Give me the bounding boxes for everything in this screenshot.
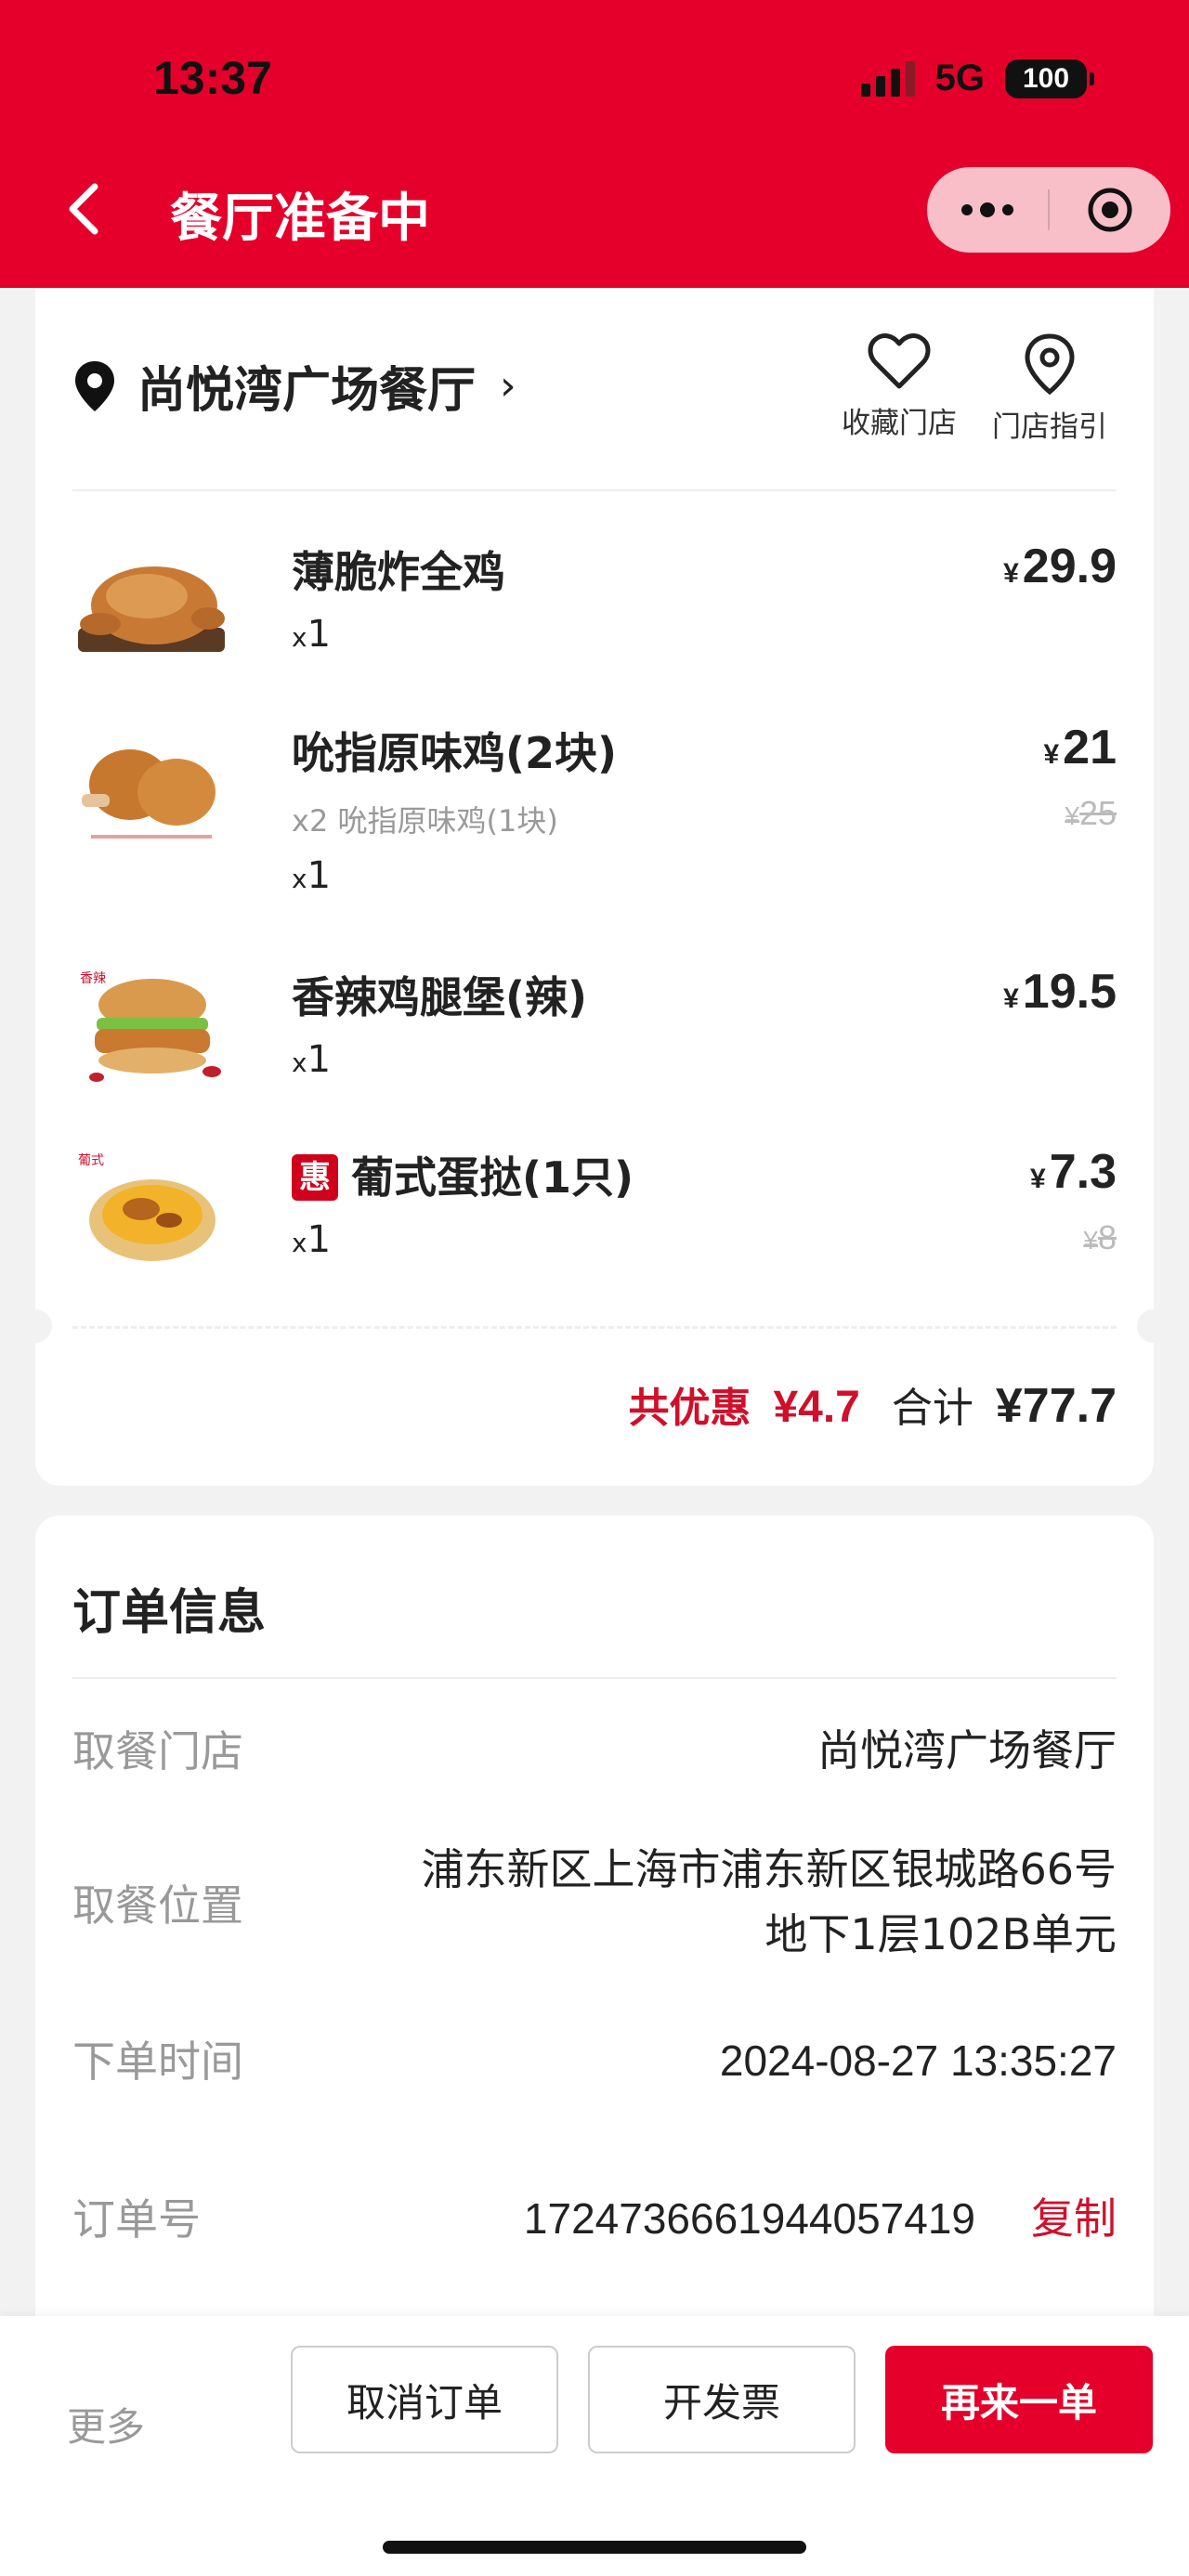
chevron-right-icon: ›	[500, 362, 516, 410]
whole-chicken-image	[78, 566, 225, 652]
miniapp-capsule	[927, 167, 1170, 253]
pickup-location-row: 取餐位置 浦东新区上海市浦东新区银城路66号 地下1层102B单元	[72, 1837, 1117, 1967]
order-time-value: 2024-08-27 13:35:27	[719, 2036, 1117, 2085]
order-item[interactable]: 薄脆炸全鸡 x1 ¥29.9	[72, 539, 1117, 687]
battery-icon: 100	[1005, 59, 1094, 98]
discount-badge: 惠	[292, 1153, 338, 1201]
item-price: ¥7.3	[1030, 1145, 1117, 1199]
total-label: 合计	[891, 1385, 973, 1432]
heart-icon	[868, 333, 931, 389]
close-miniapp-icon[interactable]	[1050, 167, 1170, 253]
order-number-value: 1724736661944057419 复制	[524, 2186, 1117, 2251]
order-info-card: 订单信息 取餐门店 尚悦湾广场餐厅 取餐位置 浦东新区上海市浦东新区银城路66号…	[35, 1516, 1154, 2351]
pickup-location-value: 浦东新区上海市浦东新区银城路66号 地下1层102B单元	[421, 1837, 1117, 1967]
svg-text:香辣: 香辣	[80, 971, 106, 986]
discount-amount: ¥4.7	[773, 1383, 860, 1432]
order-info-title: 订单信息	[72, 1585, 267, 1641]
discount-label: 共优惠	[628, 1385, 751, 1432]
battery-level: 100	[1022, 62, 1070, 94]
total-amount: ¥77.7	[995, 1379, 1117, 1433]
pickup-store-row: 取餐门店 尚悦湾广场餐厅	[72, 1718, 1117, 1783]
item-name: 香辣鸡腿堡(辣)	[292, 972, 588, 1022]
pickup-store-value: 尚悦湾广场餐厅	[817, 1725, 1117, 1776]
item-price: ¥19.5	[1003, 965, 1117, 1019]
signal-icon	[860, 60, 915, 97]
item-name: 薄脆炸全鸡	[292, 547, 505, 597]
status-icons: 5G 100	[860, 58, 1094, 99]
pickup-location-line1: 浦东新区上海市浦东新区银城路66号	[421, 1844, 1117, 1894]
item-detail: x2 吮指原味鸡(1块)	[292, 803, 558, 839]
fried-chicken-image	[82, 749, 216, 839]
order-time-row: 下单时间 2024-08-27 13:35:27	[72, 2028, 1117, 2093]
invoice-button[interactable]: 开发票	[588, 2346, 856, 2453]
order-item[interactable]: 葡式 惠葡式蛋挞(1只) x1 ¥7.3 ¥8	[72, 1144, 1117, 1293]
favorite-store-label: 收藏门店	[842, 407, 957, 440]
dashed-divider	[72, 1326, 1117, 1329]
location-pin-icon	[75, 360, 114, 411]
order-number-row: 订单号 1724736661944057419 复制	[72, 2186, 1117, 2251]
more-button[interactable]: 更多	[67, 2396, 145, 2452]
cancel-order-button[interactable]: 取消订单	[291, 2346, 558, 2453]
top-header: 13:37 5G 100 餐厅准备中	[0, 0, 1189, 288]
page-title: 餐厅准备中	[170, 189, 430, 249]
ticket-notch	[1137, 1309, 1170, 1343]
item-quantity: x1	[292, 1038, 332, 1081]
bottom-action-bar: 更多 取消订单 开发票 再来一单	[0, 2316, 1189, 2576]
divider	[72, 1677, 1117, 1679]
order-item[interactable]: 吮指原味鸡(2块) x2 吮指原味鸡(1块) x1 ¥21 ¥25	[72, 720, 1117, 905]
favorite-store-button[interactable]: 收藏门店	[842, 332, 957, 441]
more-menu-icon[interactable]	[927, 167, 1048, 253]
store-name: 尚悦湾广场餐厅	[137, 363, 477, 419]
chicken-burger-image: 香辣	[80, 971, 221, 1082]
item-price: ¥21	[1043, 721, 1117, 774]
order-items-card: 尚悦湾广场餐厅 › 收藏门店 门店指引 薄脆炸全鸡 x1 ¥29.9 吮指原味鸡…	[19, 288, 1170, 1486]
item-quantity: x1	[292, 854, 332, 897]
svg-text:葡式: 葡式	[78, 1153, 104, 1168]
item-quantity: x1	[292, 613, 332, 656]
home-indicator	[383, 2541, 806, 2554]
store-directions-label: 门店指引	[992, 410, 1107, 444]
order-time-key: 下单时间	[72, 2036, 243, 2087]
copy-button[interactable]: 复制	[1031, 2193, 1117, 2244]
status-time: 13:37	[153, 52, 272, 104]
network-label: 5G	[934, 58, 985, 98]
item-original-price: ¥25	[1065, 794, 1117, 832]
item-price: ¥29.9	[1003, 540, 1117, 593]
item-name: 惠葡式蛋挞(1只)	[292, 1144, 634, 1205]
pickup-store-key: 取餐门店	[72, 1726, 243, 1776]
order-number: 1724736661944057419	[523, 2194, 975, 2243]
ticket-notch	[19, 1309, 52, 1343]
pickup-location-line2: 地下1层102B单元	[764, 1909, 1117, 1959]
order-number-key: 订单号	[72, 2194, 201, 2244]
pickup-location-key: 取餐位置	[72, 1880, 243, 1931]
divider	[72, 489, 1117, 491]
item-quantity: x1	[292, 1218, 332, 1261]
chevron-left-icon	[69, 183, 98, 235]
item-name: 吮指原味鸡(2块)	[292, 728, 618, 778]
back-button[interactable]	[65, 181, 102, 237]
store-link[interactable]: 尚悦湾广场餐厅 ›	[72, 351, 516, 421]
order-total: 共优惠 ¥4.7 合计 ¥77.7	[628, 1374, 1117, 1434]
order-item[interactable]: 香辣 香辣鸡腿堡(辣) x1 ¥19.5	[72, 964, 1117, 1112]
item-original-price: ¥8	[1083, 1218, 1117, 1256]
reorder-button[interactable]: 再来一单	[885, 2346, 1153, 2453]
egg-tart-image: 葡式	[78, 1153, 216, 1261]
map-pin-icon	[1025, 333, 1075, 396]
store-directions-button[interactable]: 门店指引	[992, 332, 1107, 445]
